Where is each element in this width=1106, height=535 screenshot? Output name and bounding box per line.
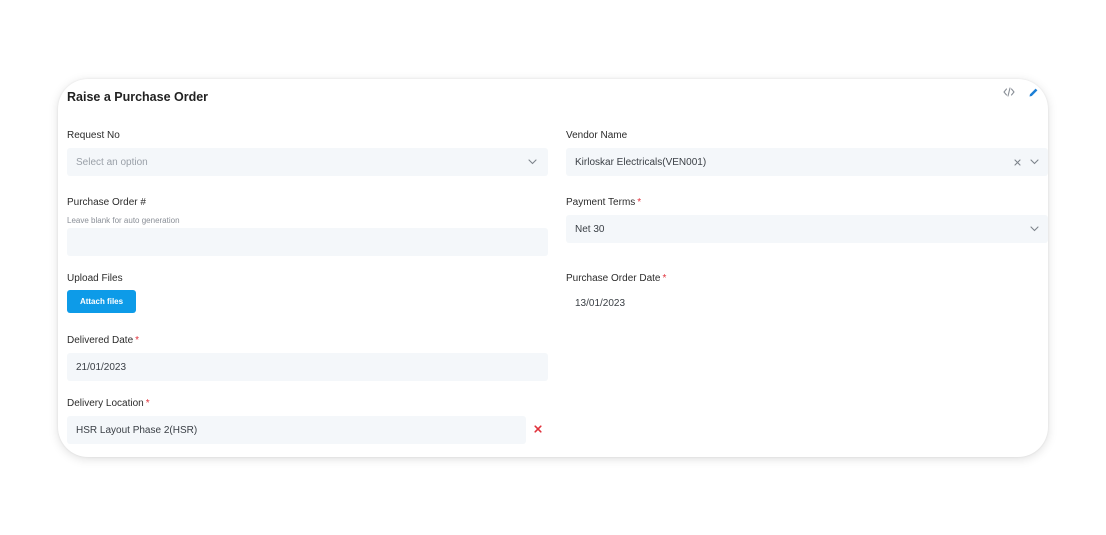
delivery-location-label-text: Delivery Location bbox=[67, 398, 144, 409]
delivery-location-label: Delivery Location * bbox=[67, 398, 150, 409]
page-title: Raise a Purchase Order bbox=[67, 90, 209, 104]
vendor-name-label-text: Vendor Name bbox=[566, 130, 628, 141]
upload-files-label-text: Upload Files bbox=[67, 273, 123, 284]
payment-terms-label: Payment Terms * bbox=[566, 197, 641, 208]
chevron-down-icon bbox=[526, 156, 538, 168]
delivered-date-label: Delivered Date * bbox=[67, 335, 139, 346]
purchase-order-date-label: Purchase Order Date * bbox=[566, 273, 666, 284]
delivered-date-label-text: Delivered Date bbox=[67, 335, 134, 346]
card-toolbar bbox=[1002, 85, 1040, 99]
delivered-date-input[interactable]: 21/01/2023 bbox=[67, 353, 548, 381]
request-no-label: Request No bbox=[67, 130, 120, 141]
delivery-location-input[interactable]: HSR Layout Phase 2(HSR) bbox=[67, 416, 526, 444]
purchase-order-hint: Leave blank for auto generation bbox=[67, 216, 180, 225]
vendor-name-select[interactable]: Kirloskar Electricals(VEN001) bbox=[566, 148, 1048, 176]
vendor-name-label: Vendor Name bbox=[566, 130, 627, 141]
purchase-order-label: Purchase Order # bbox=[67, 197, 146, 208]
purchase-order-input[interactable] bbox=[67, 228, 548, 256]
code-icon[interactable] bbox=[1002, 85, 1016, 99]
request-no-label-text: Request No bbox=[67, 130, 120, 141]
attach-files-button[interactable]: Attach files bbox=[67, 290, 136, 313]
payment-terms-value: Net 30 bbox=[575, 223, 605, 235]
payment-terms-label-text: Payment Terms bbox=[566, 197, 636, 208]
delivered-date-value: 21/01/2023 bbox=[76, 361, 127, 373]
purchase-order-card: Raise a Purchase Order Request No Select… bbox=[58, 79, 1048, 457]
purchase-order-date-value[interactable]: 13/01/2023 bbox=[575, 298, 625, 309]
required-marker: * bbox=[637, 197, 642, 208]
close-icon[interactable] bbox=[1012, 157, 1022, 167]
required-marker: * bbox=[662, 273, 667, 284]
request-no-placeholder: Select an option bbox=[76, 156, 148, 168]
request-no-select[interactable]: Select an option bbox=[67, 148, 548, 176]
upload-files-label: Upload Files bbox=[67, 273, 123, 284]
chevron-down-icon bbox=[1028, 223, 1040, 235]
delivery-location-value: HSR Layout Phase 2(HSR) bbox=[76, 424, 198, 436]
purchase-order-label-text: Purchase Order # bbox=[67, 197, 146, 208]
required-marker: * bbox=[145, 398, 150, 409]
payment-terms-select[interactable]: Net 30 bbox=[566, 215, 1048, 243]
purchase-order-date-label-text: Purchase Order Date bbox=[566, 273, 661, 284]
chevron-down-icon bbox=[1028, 156, 1040, 168]
vendor-name-value: Kirloskar Electricals(VEN001) bbox=[575, 156, 707, 168]
required-marker: * bbox=[135, 335, 140, 346]
pencil-icon[interactable] bbox=[1026, 85, 1040, 99]
remove-icon[interactable] bbox=[533, 424, 543, 434]
